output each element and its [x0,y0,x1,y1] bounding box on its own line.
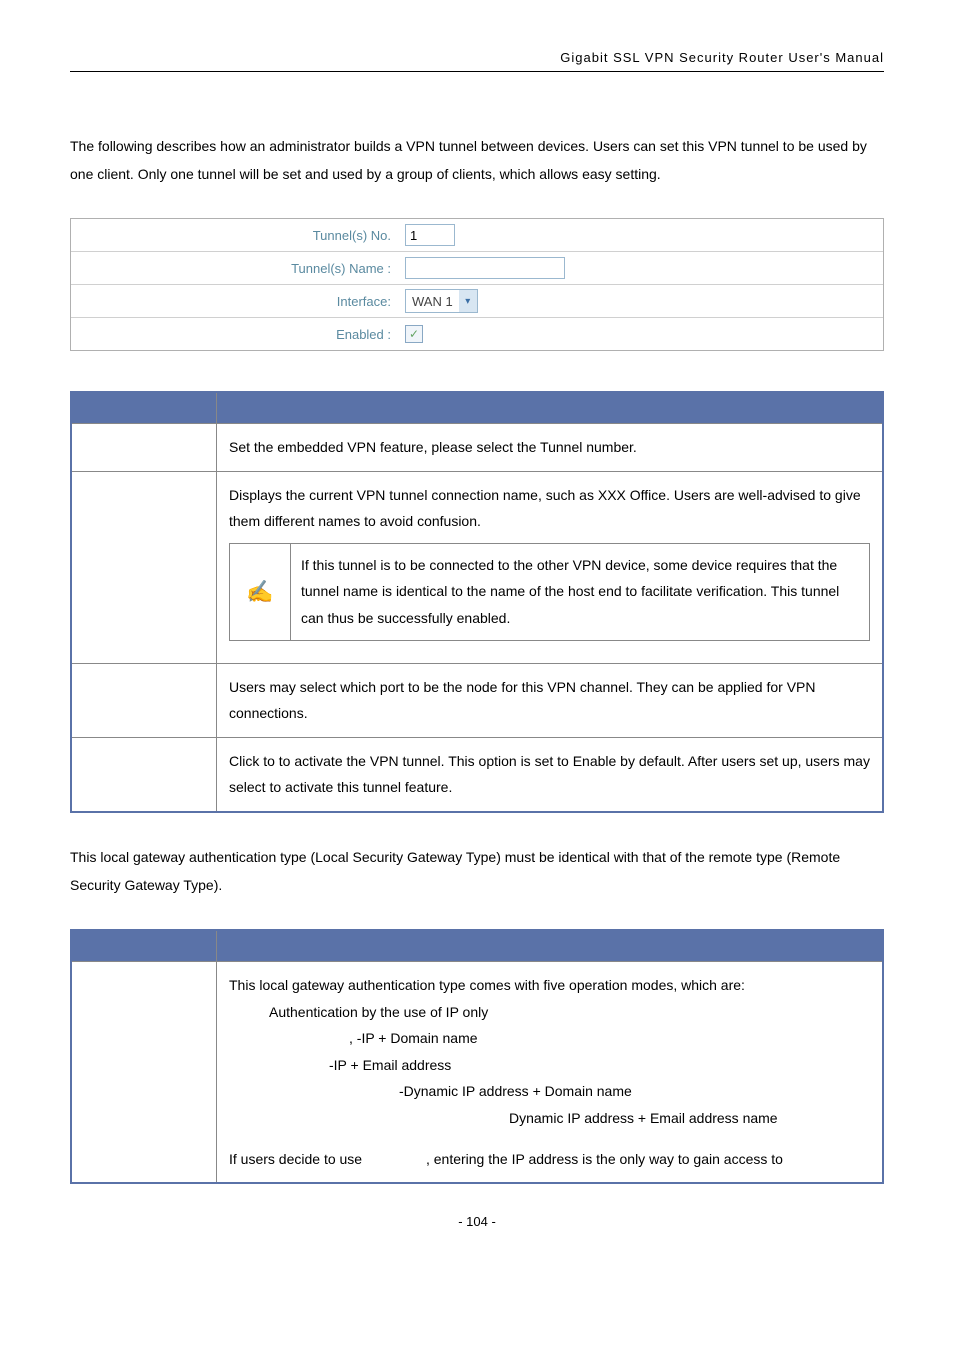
tunnel-name-input[interactable] [405,257,565,279]
table-text: to activate the VPN tunnel. This option … [229,753,870,796]
mode-item: , -IP + Domain name [229,1025,870,1052]
tunnel-no-input[interactable] [405,224,455,246]
table-header [71,392,217,424]
mid-paragraph: This local gateway authentication type (… [70,843,884,899]
table-cell [71,424,217,472]
interface-label: Interface: [71,294,399,309]
table-text: If users decide to use , entering the IP… [229,1146,870,1173]
chevron-down-icon: ▾ [459,290,477,312]
page-number: - 104 - [70,1214,884,1229]
intro-paragraph: The following describes how an administr… [70,132,884,188]
mode-item: Authentication by the use of IP only [229,999,870,1026]
text-fragment: If users decide to use [229,1151,366,1167]
spacer [229,1132,870,1146]
table-text: Click to [229,753,279,769]
tunnel-info-table: Set the embedded VPN feature, please sel… [70,391,884,813]
note-box: ✍ If this tunnel is to be connected to t… [229,543,870,641]
table-text: Displays the current VPN tunnel connecti… [229,487,861,530]
mode-item: -Dynamic IP address + Domain name [229,1078,870,1105]
tunnel-no-label: Tunnel(s) No. [71,228,399,243]
table-cell: Set the embedded VPN feature, please sel… [217,424,884,472]
note-text: If this tunnel is to be connected to the… [291,544,869,640]
table-cell: Displays the current VPN tunnel connecti… [217,471,884,663]
enabled-label: Enabled : [71,327,399,342]
table-cell [71,737,217,812]
table-header [217,392,884,424]
table-cell: Users may select which port to be the no… [217,663,884,737]
table-cell [71,663,217,737]
pencil-icon: ✍ [230,544,291,640]
table-cell: This local gateway authentication type c… [217,961,884,1183]
interface-select-value: WAN 1 [406,294,459,309]
interface-select[interactable]: WAN 1 ▾ [405,289,478,313]
enabled-checkbox[interactable]: ✓ [405,325,423,343]
table-text: This local gateway authentication type c… [229,972,870,999]
table-header [71,930,217,962]
mode-item: Dynamic IP address + Email address name [229,1105,870,1132]
mode-item: -IP + Email address [229,1052,870,1079]
table-cell [71,961,217,1183]
gateway-type-table: This local gateway authentication type c… [70,929,884,1184]
table-header [217,930,884,962]
page-header: Gigabit SSL VPN Security Router User's M… [70,50,884,72]
tunnel-form-panel: Tunnel(s) No. Tunnel(s) Name : Interface… [70,218,884,351]
text-fragment: , entering the IP address is the only wa… [426,1151,783,1167]
table-cell [71,471,217,663]
tunnel-name-label: Tunnel(s) Name : [71,261,399,276]
table-cell: Click to to activate the VPN tunnel. Thi… [217,737,884,812]
